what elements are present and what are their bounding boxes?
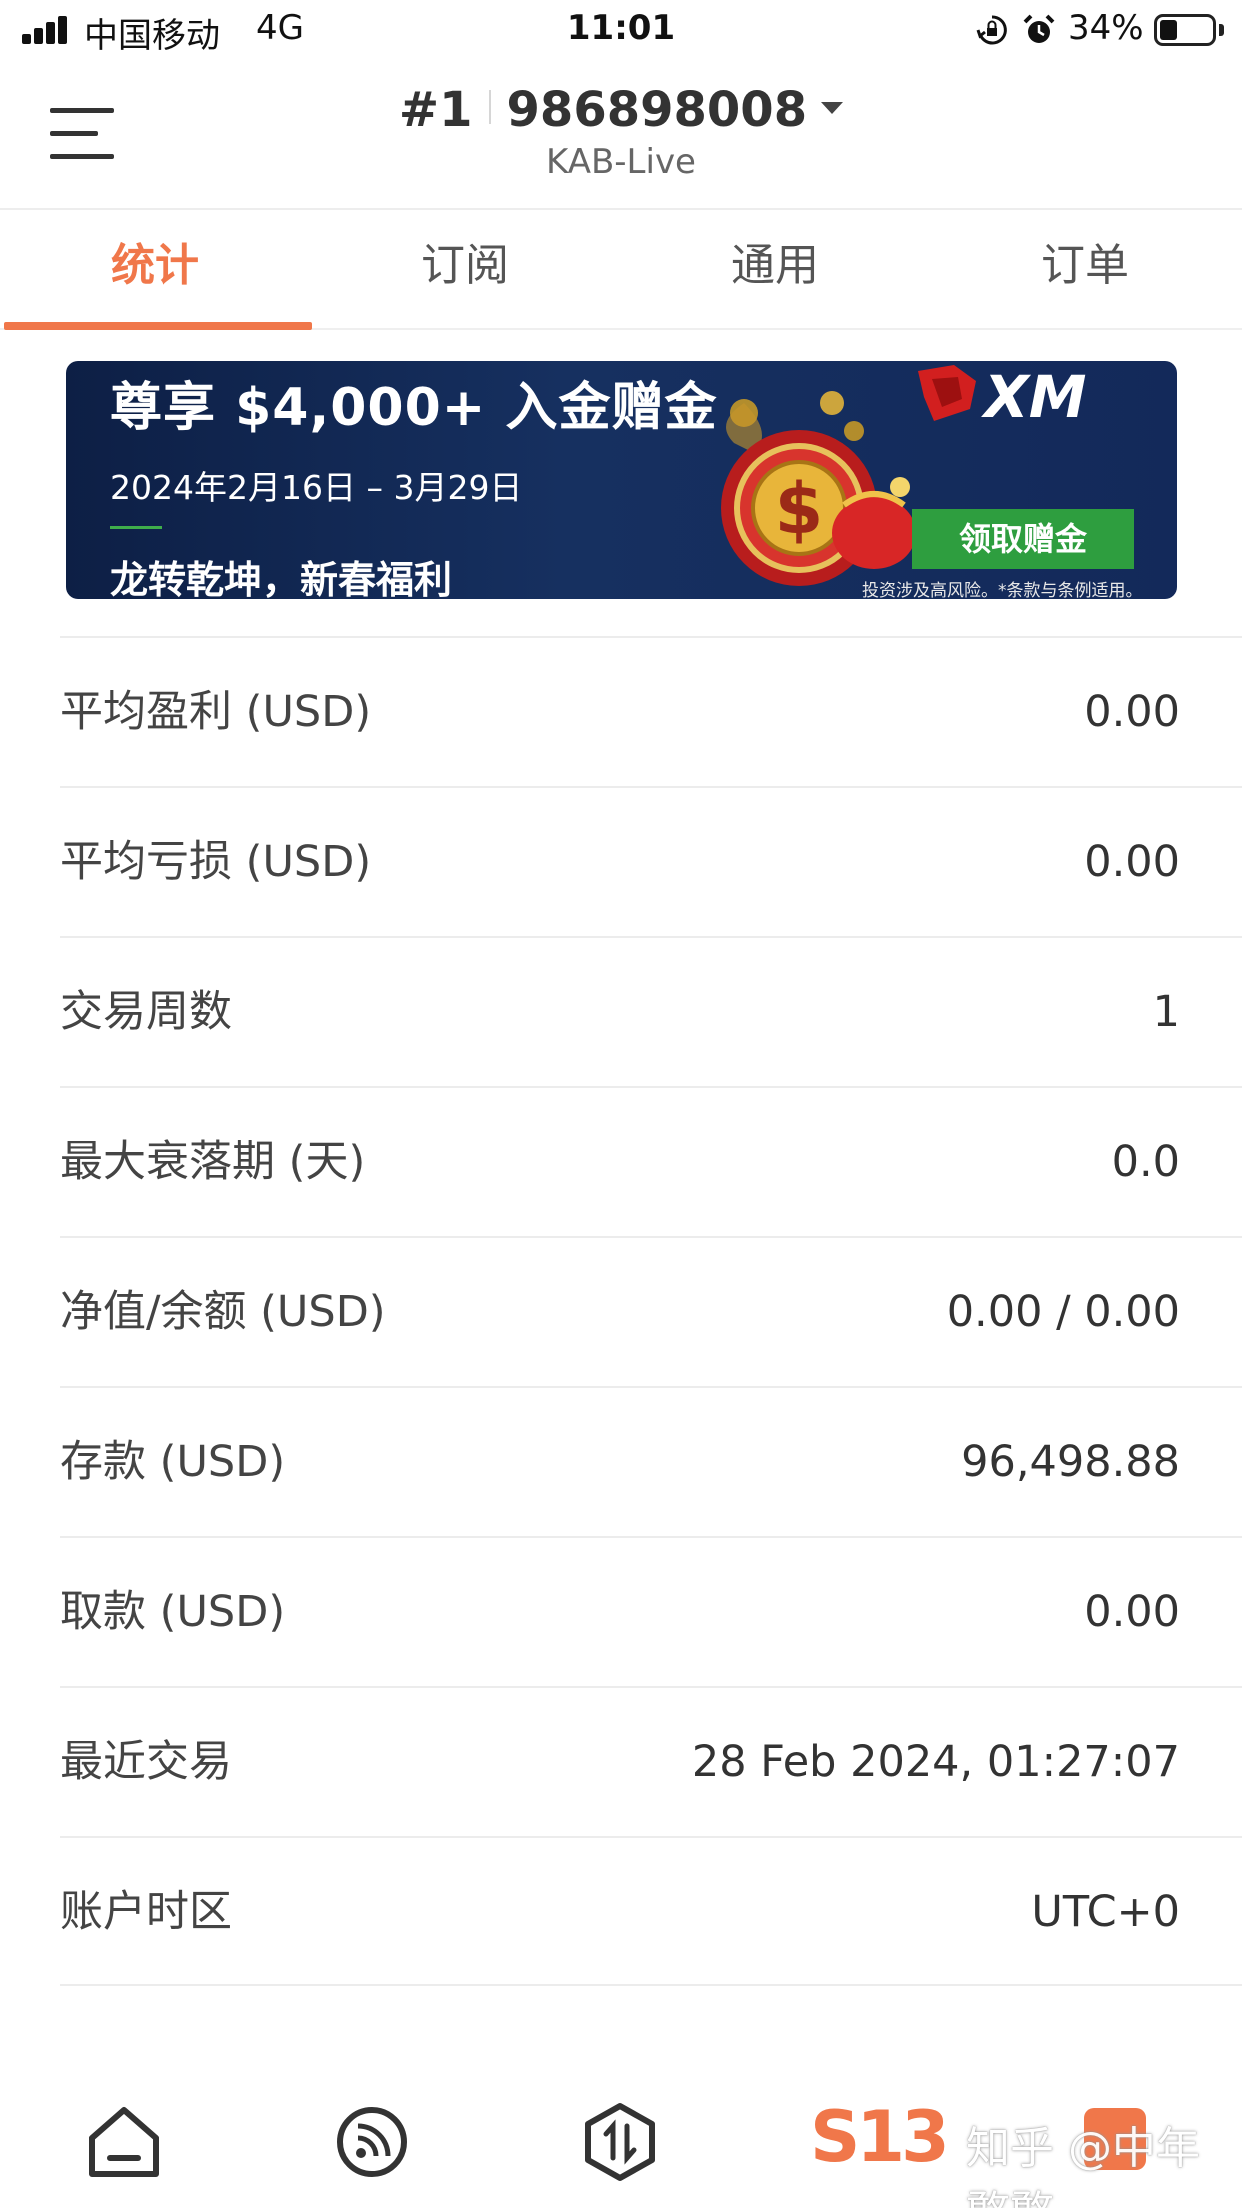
stat-value: UTC+0 bbox=[1031, 1887, 1180, 1937]
account-selector[interactable]: #1 986898008 bbox=[0, 82, 1242, 138]
claim-bonus-button[interactable]: 领取赠金 bbox=[912, 509, 1134, 569]
banner-accent-line bbox=[110, 526, 162, 529]
banner-dates: 2024年2月16日 – 3月29日 bbox=[110, 468, 523, 507]
stat-value: 28 Feb 2024, 01:27:07 bbox=[691, 1737, 1180, 1787]
stat-value: 96,498.88 bbox=[961, 1437, 1180, 1487]
banner-disclaimer: 投资涉及高风险。*条款与条例适用。 bbox=[862, 581, 1143, 599]
server-name: KAB-Live bbox=[546, 142, 696, 182]
tab-subscription[interactable]: 订阅 bbox=[310, 212, 620, 330]
trade-icon[interactable] bbox=[580, 2102, 660, 2182]
stat-row-equity-balance: 净值/余额 (USD) 0.00 / 0.00 bbox=[60, 1236, 1242, 1386]
stat-label: 账户时区 bbox=[60, 1887, 232, 1937]
svg-text:$: $ bbox=[775, 468, 824, 550]
svg-text:XM: XM bbox=[981, 363, 1086, 431]
feed-icon[interactable] bbox=[332, 2102, 412, 2182]
home-icon[interactable] bbox=[84, 2102, 164, 2182]
stat-value: 0.00 / 0.00 bbox=[946, 1287, 1180, 1337]
stats-list: 平均盈利 (USD) 0.00 平均亏损 (USD) 0.00 交易周数 1 最… bbox=[60, 636, 1242, 1986]
stat-label: 平均亏损 (USD) bbox=[60, 837, 372, 887]
stat-row-trading-weeks: 交易周数 1 bbox=[60, 936, 1242, 1086]
stat-row-avg-profit: 平均盈利 (USD) 0.00 bbox=[60, 636, 1242, 786]
title-divider bbox=[488, 90, 491, 124]
s13-icon[interactable]: S13 bbox=[810, 2096, 950, 2178]
stat-row-deposits: 存款 (USD) 96,498.88 bbox=[60, 1386, 1242, 1536]
xm-logo-icon: XM bbox=[918, 363, 1086, 431]
stat-row-avg-loss: 平均亏损 (USD) 0.00 bbox=[60, 786, 1242, 936]
stat-label: 最近交易 bbox=[60, 1737, 232, 1787]
stat-label: 平均盈利 (USD) bbox=[60, 687, 372, 737]
stat-label: 取款 (USD) bbox=[60, 1587, 286, 1637]
tab-orders[interactable]: 订单 bbox=[930, 212, 1240, 330]
app-header: #1 986898008 KAB-Live bbox=[0, 62, 1242, 210]
stat-row-timezone: 账户时区 UTC+0 bbox=[60, 1836, 1242, 1986]
promo-banner[interactable]: 尊享 $4,000+ 入金赠金 2024年2月16日 – 3月29日 龙转乾坤，… bbox=[66, 361, 1177, 599]
account-number: 986898008 bbox=[506, 82, 808, 138]
stat-value: 1 bbox=[1152, 987, 1180, 1037]
banner-slogan: 龙转乾坤，新春福利 bbox=[110, 558, 453, 599]
stat-row-max-drawdown-days: 最大衰落期 (天) 0.0 bbox=[60, 1086, 1242, 1236]
tab-general[interactable]: 通用 bbox=[620, 212, 930, 330]
stat-label: 最大衰落期 (天) bbox=[60, 1137, 366, 1187]
stat-label: 存款 (USD) bbox=[60, 1437, 286, 1487]
stat-row-withdrawals: 取款 (USD) 0.00 bbox=[60, 1536, 1242, 1686]
active-tab-indicator bbox=[4, 322, 312, 330]
alarm-icon bbox=[1023, 14, 1055, 43]
stat-row-last-trade: 最近交易 28 Feb 2024, 01:27:07 bbox=[60, 1686, 1242, 1836]
bottom-nav: S13 知乎 @中年憨憨 bbox=[0, 2080, 1242, 2208]
stat-label: 净值/余额 (USD) bbox=[60, 1287, 386, 1337]
dropdown-caret-icon[interactable] bbox=[821, 102, 844, 114]
battery-percent: 34% bbox=[1068, 8, 1144, 48]
account-index: #1 bbox=[398, 82, 473, 138]
tab-bar: 统计 订阅 通用 订单 bbox=[0, 212, 1242, 330]
stat-value: 0.00 bbox=[1084, 837, 1180, 887]
orientation-lock-icon bbox=[976, 15, 1007, 45]
stat-value: 0.0 bbox=[1111, 1137, 1180, 1187]
banner-headline: 尊享 $4,000+ 入金赠金 bbox=[110, 378, 718, 438]
battery-icon bbox=[1154, 14, 1216, 46]
stat-label: 交易周数 bbox=[60, 987, 232, 1037]
watermark: 知乎 @中年憨憨 bbox=[966, 2123, 1200, 2208]
stat-value: 0.00 bbox=[1084, 1587, 1180, 1637]
screen: 中国移动 4G 11:01 34% #1 986898008 KAB-Live … bbox=[0, 0, 1242, 2208]
battery-tip bbox=[1219, 24, 1224, 36]
stat-value: 0.00 bbox=[1084, 687, 1180, 737]
battery-level bbox=[1160, 20, 1177, 40]
tab-statistics[interactable]: 统计 bbox=[0, 212, 310, 330]
status-bar: 中国移动 4G 11:01 34% bbox=[0, 0, 1242, 62]
